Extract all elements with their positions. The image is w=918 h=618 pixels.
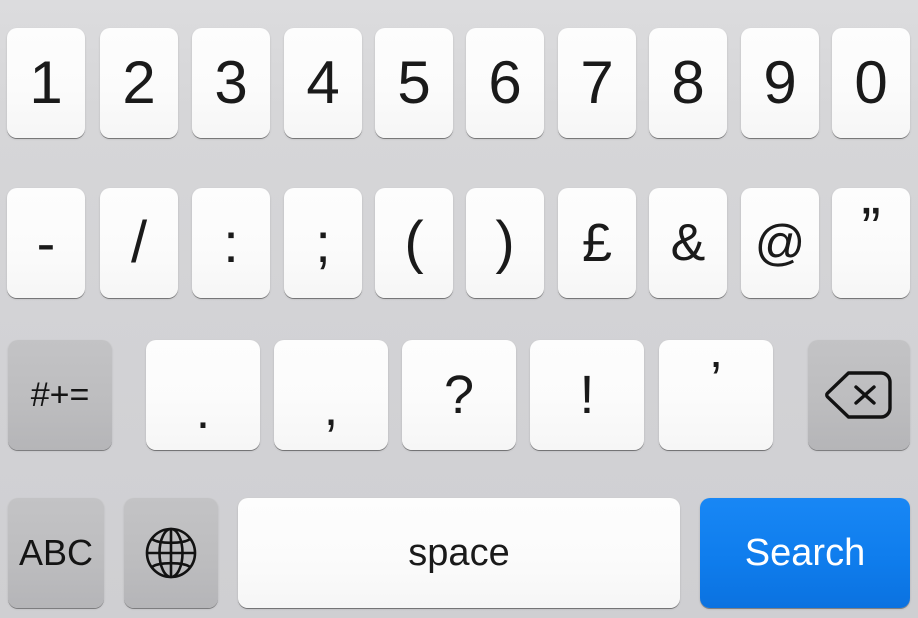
key-label: 0 — [854, 49, 888, 116]
key-colon[interactable]: : — [192, 188, 270, 298]
key-1[interactable]: 1 — [7, 28, 85, 138]
key-label: 9 — [763, 49, 797, 116]
key-open-paren[interactable]: ( — [375, 188, 453, 298]
key-double-quote[interactable]: ” — [832, 188, 910, 298]
key-label: ” — [861, 196, 881, 261]
key-label: space — [408, 532, 510, 574]
key-search-return[interactable]: Search — [700, 498, 910, 608]
globe-icon — [143, 525, 199, 581]
key-4[interactable]: 4 — [284, 28, 362, 138]
key-label: - — [36, 211, 56, 274]
key-abc-switch[interactable]: ABC — [8, 498, 104, 608]
key-label: ) — [495, 210, 515, 275]
key-label: 8 — [671, 49, 705, 116]
key-label: 3 — [214, 49, 248, 116]
key-label: . — [195, 382, 211, 440]
key-semicolon[interactable]: ; — [284, 188, 362, 298]
key-2[interactable]: 2 — [100, 28, 178, 138]
key-space[interactable]: space — [238, 498, 680, 608]
key-label: Search — [744, 532, 866, 574]
key-label: & — [670, 214, 706, 272]
key-3[interactable]: 3 — [192, 28, 270, 138]
key-label: , — [323, 379, 339, 437]
key-label: £ — [581, 213, 613, 273]
key-label: 2 — [122, 49, 156, 116]
key-6[interactable]: 6 — [466, 28, 544, 138]
key-label: 5 — [397, 49, 431, 116]
key-globe-language[interactable] — [124, 498, 218, 608]
key-label: #+= — [30, 376, 90, 414]
key-label: ; — [315, 211, 331, 274]
key-7[interactable]: 7 — [558, 28, 636, 138]
key-label: ( — [404, 210, 424, 275]
key-label: / — [130, 210, 148, 275]
key-label: 4 — [306, 49, 340, 116]
key-label: 7 — [580, 49, 614, 116]
key-label: ’ — [710, 352, 722, 410]
key-pound-sterling[interactable]: £ — [558, 188, 636, 298]
key-5[interactable]: 5 — [375, 28, 453, 138]
key-9[interactable]: 9 — [741, 28, 819, 138]
key-delete[interactable] — [808, 340, 910, 450]
key-label: ! — [579, 365, 595, 425]
delete-backward-icon — [823, 369, 895, 421]
key-label: ? — [443, 365, 475, 425]
ios-keyboard: 1 2 3 4 5 6 7 8 9 0 - / : ; ( ) £ & @ ” … — [0, 0, 918, 618]
key-0[interactable]: 0 — [832, 28, 910, 138]
key-symbol-shift[interactable]: #+= — [8, 340, 112, 450]
key-8[interactable]: 8 — [649, 28, 727, 138]
key-label: : — [223, 211, 239, 274]
key-apostrophe[interactable]: ’ — [659, 340, 773, 450]
key-label: ABC — [18, 532, 94, 573]
key-label: 6 — [488, 49, 522, 116]
key-exclamation-mark[interactable]: ! — [530, 340, 644, 450]
key-close-paren[interactable]: ) — [466, 188, 544, 298]
key-slash[interactable]: / — [100, 188, 178, 298]
key-label: 1 — [29, 49, 63, 116]
key-label: @ — [754, 215, 806, 271]
key-comma[interactable]: , — [274, 340, 388, 450]
key-period[interactable]: . — [146, 340, 260, 450]
key-ampersand[interactable]: & — [649, 188, 727, 298]
key-question-mark[interactable]: ? — [402, 340, 516, 450]
key-at-sign[interactable]: @ — [741, 188, 819, 298]
key-hyphen[interactable]: - — [7, 188, 85, 298]
